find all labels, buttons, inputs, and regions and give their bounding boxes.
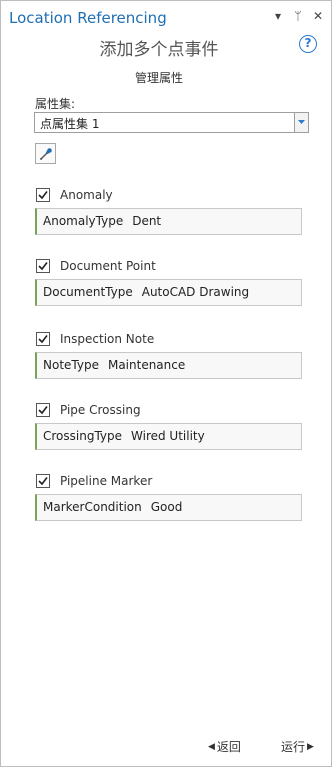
attribute-name: AnomalyType xyxy=(43,214,124,228)
pipe-crossing-attribute-field[interactable]: CrossingType Wired Utility xyxy=(35,423,302,450)
attribute-set-selected: 点属性集 1 xyxy=(40,117,100,131)
anomaly-checkbox[interactable] xyxy=(36,188,50,202)
attribute-set-dropdown[interactable]: 点属性集 1 xyxy=(34,112,309,133)
pin-icon[interactable]: ᛘ xyxy=(293,9,303,23)
attribute-value: AutoCAD Drawing xyxy=(141,285,250,299)
attribute-value: Good xyxy=(150,500,183,514)
add-multiple-point-events-pane: Location Referencing ▾ ᛘ ✕ 添加多个点事件 ? 管理属… xyxy=(0,0,332,767)
inspection-note-attribute-field[interactable]: NoteType Maintenance xyxy=(35,352,302,379)
pipeline-marker-label: Pipeline Marker xyxy=(60,474,153,488)
pipeline-marker-checkbox[interactable] xyxy=(36,474,50,488)
tool-title: 添加多个点事件 xyxy=(99,40,219,60)
manage-attributes-heading: 管理属性 xyxy=(134,71,183,85)
event-item-document-point: Document Point DocumentType AutoCAD Drawi… xyxy=(1,259,331,319)
document-point-label: Document Point xyxy=(60,259,156,273)
attribute-value: Wired Utility xyxy=(131,429,205,443)
close-icon[interactable]: ✕ xyxy=(313,9,323,23)
pipe-crossing-checkbox[interactable] xyxy=(36,403,50,417)
event-item-inspection-note: Inspection Note NoteType Maintenance xyxy=(1,332,331,392)
run-arrow-icon: ▶ xyxy=(307,741,314,752)
pipe-crossing-label: Pipe Crossing xyxy=(60,403,141,417)
event-item-pipe-crossing: Pipe Crossing CrossingType Wired Utility xyxy=(1,403,331,463)
eyedropper-button[interactable] xyxy=(35,143,56,164)
pipeline-marker-attribute-field[interactable]: MarkerCondition Good xyxy=(35,494,302,521)
event-item-anomaly: Anomaly AnomalyType Dent xyxy=(1,188,331,248)
pane-title-bar: Location Referencing ▾ ᛘ ✕ xyxy=(1,1,331,35)
back-label: 返回 xyxy=(216,740,241,754)
pane-controls: ▾ ᛘ ✕ xyxy=(273,9,323,23)
pane-footer: ◀ 返回 运行 ▶ xyxy=(1,738,331,756)
attribute-name: DocumentType xyxy=(43,285,133,299)
run-label: 运行 xyxy=(281,740,306,754)
attribute-set-label: 属性集: xyxy=(35,97,76,111)
inspection-note-label: Inspection Note xyxy=(60,332,155,346)
anomaly-attribute-field[interactable]: AnomalyType Dent xyxy=(35,208,302,235)
pane-menu-icon[interactable]: ▾ xyxy=(273,9,283,23)
document-point-attribute-field[interactable]: DocumentType AutoCAD Drawing xyxy=(35,279,302,306)
document-point-checkbox[interactable] xyxy=(36,259,50,273)
inspection-note-checkbox[interactable] xyxy=(36,332,50,346)
pane-title: Location Referencing xyxy=(9,9,167,27)
attribute-value: Maintenance xyxy=(107,358,186,372)
attribute-name: CrossingType xyxy=(43,429,123,443)
back-arrow-icon: ◀ xyxy=(208,741,215,752)
chevron-down-icon[interactable] xyxy=(294,113,308,132)
attribute-value: Dent xyxy=(132,214,162,228)
attribute-name: MarkerCondition xyxy=(43,500,142,514)
attribute-name: NoteType xyxy=(43,358,99,372)
back-button[interactable]: ◀ 返回 xyxy=(208,738,241,755)
event-item-pipeline-marker: Pipeline Marker MarkerCondition Good xyxy=(1,474,331,534)
anomaly-label: Anomaly xyxy=(60,188,113,202)
run-button[interactable]: 运行 ▶ xyxy=(281,738,314,755)
help-icon[interactable]: ? xyxy=(299,35,317,53)
